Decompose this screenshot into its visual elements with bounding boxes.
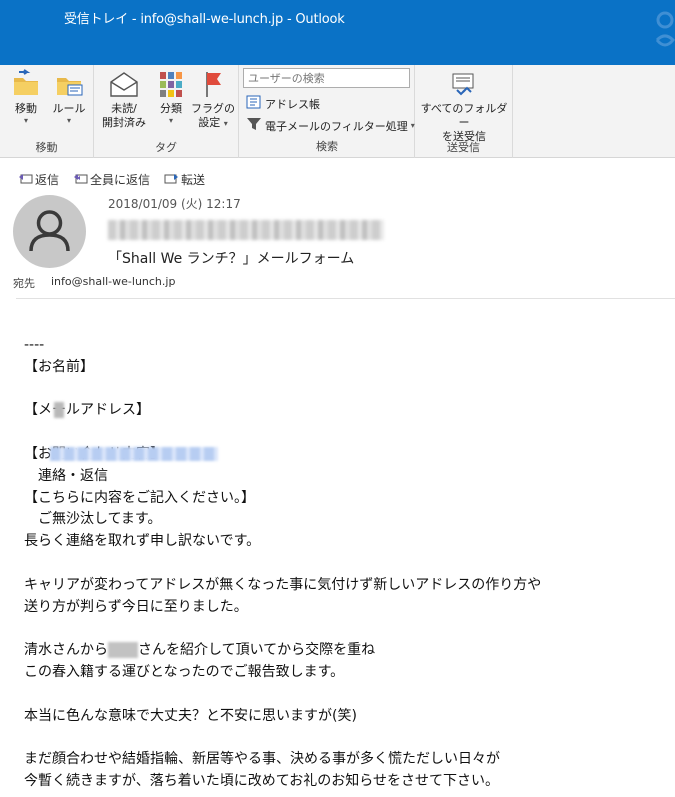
group-label-send-receive: 送受信 — [447, 141, 480, 154]
unread-read-label-1: 未読/ — [111, 102, 137, 115]
followup-flag-button[interactable]: フラグの 設定 ▾ — [190, 68, 236, 130]
body-line: 今暫く続きますが、落ち着いた頃に改めてお礼のお知らせをさせて下さい。 — [24, 772, 500, 789]
envelope-icon — [96, 68, 152, 100]
ribbon-group-tags: 未読/ 開封済み 分類 ▾ フラグの 設定 ▾ タグ — [94, 65, 239, 158]
address-book-button[interactable]: アドレス帳 — [246, 95, 320, 112]
message-header: 返信 全員に返信 転送 2018/01/09 (火) 12:17 「Shall … — [0, 158, 675, 300]
body-line: ご無沙汰してます。 — [24, 511, 162, 528]
reply-all-icon — [73, 172, 88, 188]
move-button-label: 移動 — [15, 102, 37, 115]
people-search-input[interactable] — [243, 68, 410, 88]
body-line — [24, 618, 664, 640]
body-line-name-redacted — [24, 379, 664, 419]
outlook-logo-icon — [649, 6, 675, 58]
ribbon: 移動 ▾ ルール ▾ 移動 未読/ 開封済み 分類 ▾ フラグの 設定 ▾ タグ… — [0, 65, 675, 158]
body-line: 本当に色んな意味で大丈夫？と不安に思いますが(笑) — [24, 707, 357, 724]
body-line: 送り方が判らず今日に至りました。 — [24, 598, 248, 615]
address-book-icon — [246, 95, 262, 112]
redacted-email — [49, 446, 218, 461]
body-line — [24, 684, 664, 706]
followup-label-1: フラグの — [191, 102, 235, 115]
followup-label-2: 設定 — [198, 116, 221, 129]
rules-button-label: ルール — [52, 102, 86, 115]
categorize-icon — [152, 68, 190, 100]
chevron-down-icon: ▾ — [223, 119, 228, 128]
title-bar: 受信トレイ - info@shall-we-lunch.jp - Outlook — [0, 0, 675, 65]
group-label-tags: タグ — [155, 141, 177, 154]
filter-email-label: 電子メールのフィルター処理 — [265, 119, 408, 133]
chevron-down-icon: ▾ — [168, 116, 173, 125]
send-receive-label-1: すべてのフォルダー — [420, 102, 508, 129]
body-line: 連絡・返信 — [24, 467, 108, 484]
body-line-with-redaction: 清水さんから さんを紹介して頂いてから交際を重ね — [24, 640, 664, 662]
body-line: 【お名前】 — [24, 358, 94, 375]
message-date: 2018/01/09 (火) 12:17 — [108, 197, 241, 211]
send-receive-icon — [417, 68, 511, 100]
rules-icon — [48, 68, 90, 100]
forward-button[interactable]: 転送 — [164, 171, 205, 188]
body-line — [24, 727, 664, 749]
redacted-name — [108, 642, 138, 659]
to-recipient[interactable]: info@shall-we-lunch.jp — [51, 275, 175, 288]
send-receive-all-folders-button[interactable]: すべてのフォルダー を送受信 — [417, 68, 511, 144]
move-button[interactable]: 移動 ▾ — [6, 68, 46, 126]
reply-all-button[interactable]: 全員に返信 — [73, 171, 150, 188]
body-line: 【メールアドレス】 — [24, 402, 150, 419]
body-line — [24, 553, 664, 575]
header-divider — [16, 298, 675, 299]
chevron-down-icon: ▾ — [23, 116, 28, 125]
move-folder-icon — [6, 68, 46, 100]
unread-read-button[interactable]: 未読/ 開封済み — [96, 68, 152, 130]
body-line-email-redacted — [24, 422, 664, 461]
message-body: ---- 【お名前】 【メールアドレス】 【お問い合わせ内容】 連絡・返信 【こ… — [24, 335, 664, 793]
reply-button[interactable]: 返信 — [18, 171, 59, 188]
filter-email-button[interactable]: 電子メールのフィルター処理 ▾ — [246, 117, 415, 134]
chevron-down-icon: ▾ — [66, 116, 71, 125]
ribbon-group-send-receive: すべてのフォルダー を送受信 送受信 — [415, 65, 513, 158]
window-title: 受信トレイ - info@shall-we-lunch.jp - Outlook — [64, 12, 345, 27]
reply-label: 返信 — [35, 173, 60, 187]
body-line: まだ顔合わせや結婚指輪、新居等やる事、決める事が多く慌ただしい日々が — [24, 751, 500, 768]
body-text: 清水さんから — [24, 642, 108, 659]
person-icon — [29, 210, 70, 252]
sender-avatar — [13, 195, 86, 268]
group-label-find: 検索 — [316, 140, 338, 153]
categorize-label: 分類 — [160, 102, 182, 115]
body-line: 【こちらに内容をご記入ください。】 — [24, 489, 255, 506]
body-line: この春入籍する運びとなったのでご報告致します。 — [24, 663, 345, 680]
sender-redacted — [108, 220, 384, 240]
address-book-label: アドレス帳 — [265, 97, 320, 111]
unread-read-label-2: 開封済み — [102, 116, 146, 129]
forward-icon — [164, 172, 179, 188]
rules-button[interactable]: ルール ▾ — [48, 68, 90, 126]
body-line: ---- — [24, 337, 45, 353]
body-line: キャリアが変わってアドレスが無くなった事に気付けず新しいアドレスの作り方や — [24, 576, 542, 593]
message-subject: 「Shall We ランチ？」メールフォーム — [108, 251, 355, 267]
group-label-move: 移動 — [35, 141, 58, 154]
forward-label: 転送 — [181, 173, 206, 187]
body-text: さんを紹介して頂いてから交際を重ね — [138, 642, 376, 659]
categorize-button[interactable]: 分類 ▾ — [152, 68, 190, 126]
message-actions: 返信 全員に返信 転送 — [18, 171, 205, 188]
to-label: 宛先 — [13, 277, 35, 290]
body-line: 長らく連絡を取れず申し訳ないです。 — [24, 533, 261, 550]
reply-all-label: 全員に返信 — [90, 173, 151, 187]
ribbon-group-move: 移動 ▾ ルール ▾ 移動 — [0, 65, 94, 158]
redacted-name — [53, 402, 64, 419]
filter-funnel-icon — [246, 117, 262, 134]
flag-icon — [190, 68, 236, 100]
reply-icon — [18, 172, 33, 188]
